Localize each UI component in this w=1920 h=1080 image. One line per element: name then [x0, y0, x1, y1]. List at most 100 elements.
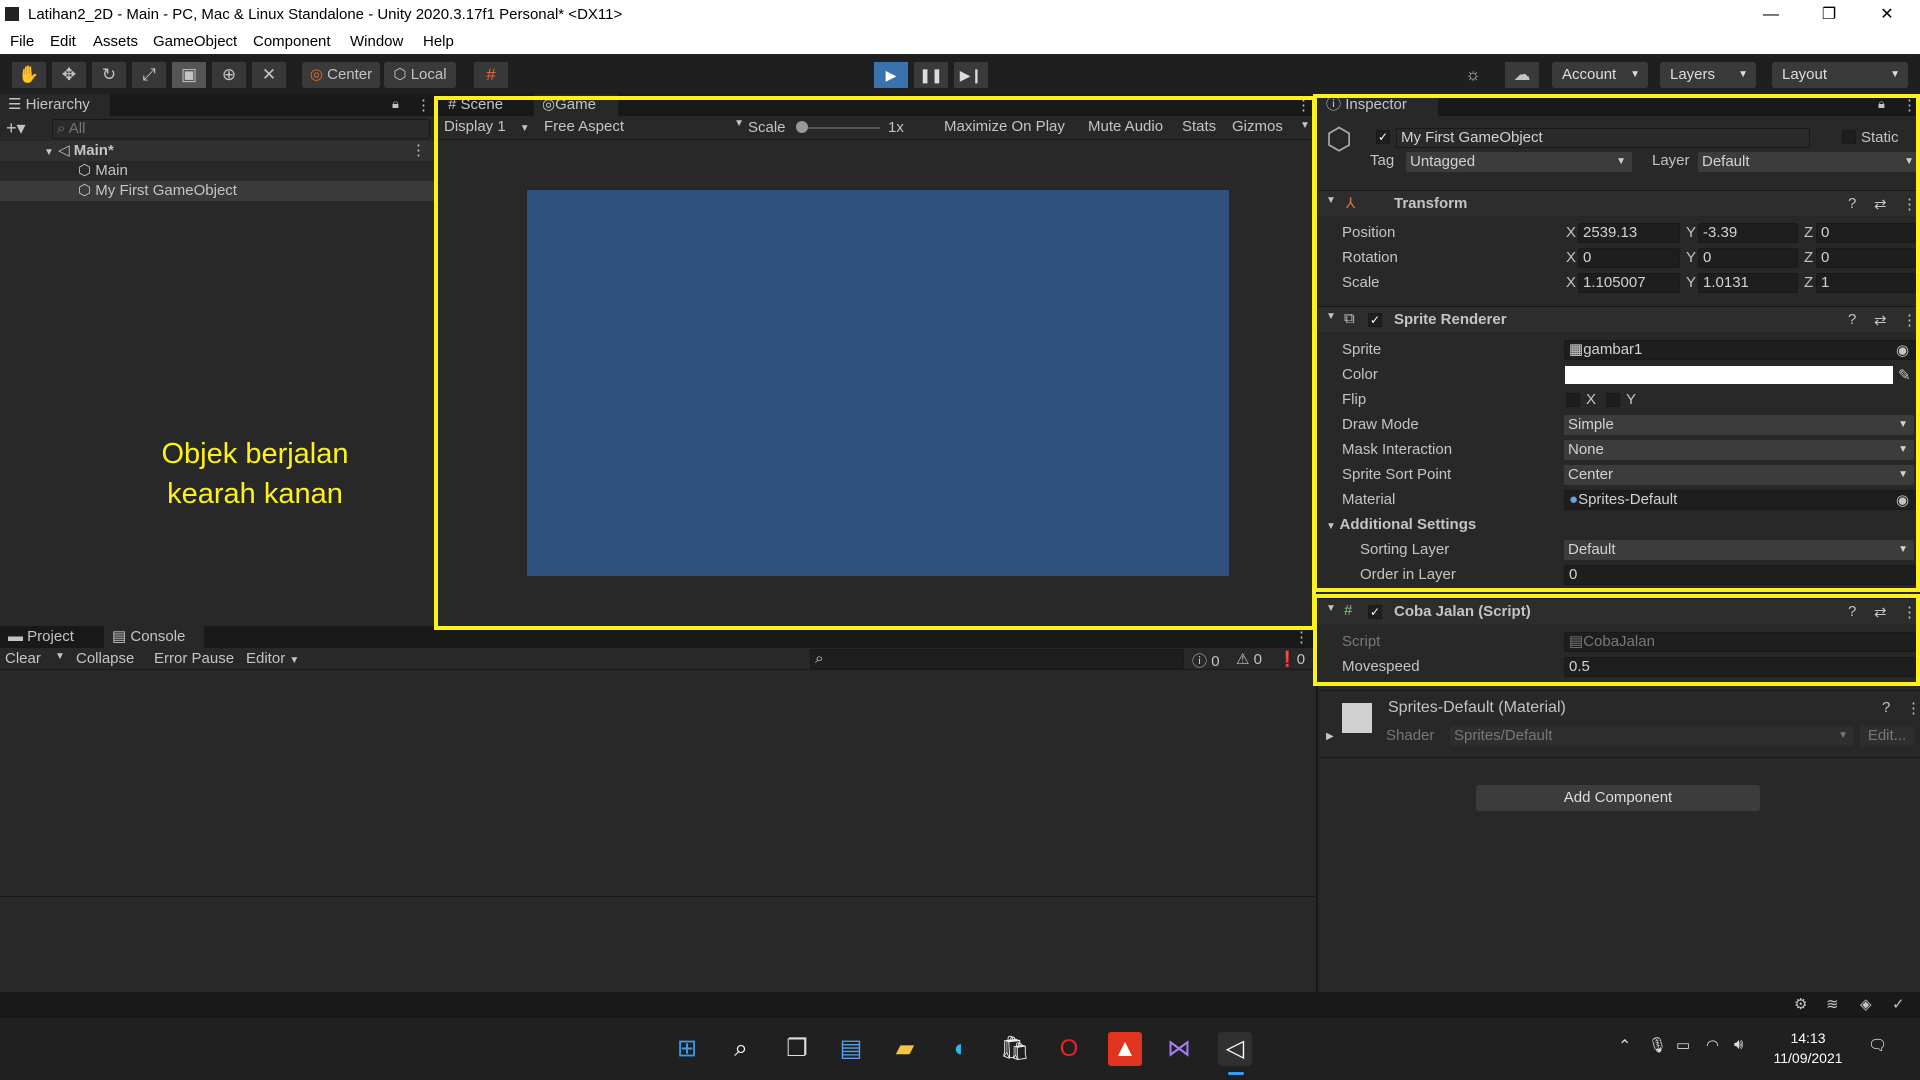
account-label: Account — [1562, 66, 1617, 83]
widgets-icon[interactable]: ▤ — [834, 1032, 868, 1066]
wifi-icon[interactable]: ◠ — [1706, 1036, 1719, 1054]
warning-count-toggle[interactable]: ⚠ 0 — [1236, 650, 1262, 668]
collab-icon[interactable]: ☼ — [1456, 62, 1490, 88]
store-icon[interactable]: 🛍︎ — [998, 1032, 1032, 1066]
tab-hierarchy[interactable]: ☰ Hierarchy — [0, 94, 110, 116]
add-component-button[interactable]: Add Component — [1476, 785, 1760, 811]
shader-label: Shader — [1386, 727, 1435, 744]
transform-tool-icon[interactable]: ⊕ — [212, 62, 246, 88]
editor-label: Editor — [246, 650, 286, 667]
debug-icon[interactable]: ⚙ — [1794, 995, 1807, 1013]
clock-date: 11/09/2021 — [1773, 1050, 1843, 1066]
tab-console[interactable]: ▤ Console — [104, 626, 204, 648]
microphone-icon[interactable]: 🎙︎ — [1648, 1036, 1667, 1054]
hierarchy-item-selected[interactable]: ⬡ My First GameObject — [0, 181, 434, 201]
custom-tool-icon[interactable]: ✕ — [252, 62, 286, 88]
rotate-tool-icon[interactable]: ↻ — [92, 62, 126, 88]
chevron-down-icon: ▼ — [1630, 69, 1640, 80]
battery-icon[interactable]: ▭ — [1676, 1036, 1690, 1054]
pivot-local-button[interactable]: ⬡ Local — [384, 62, 456, 88]
lock-icon[interactable]: 🔒︎ — [392, 96, 399, 112]
menu-gameobject[interactable]: GameObject — [153, 33, 237, 50]
menu-assets[interactable]: Assets — [93, 33, 138, 50]
office-icon[interactable]: ▲ — [1108, 1032, 1142, 1066]
gameobject-icon: ⬡ — [78, 182, 92, 199]
kebab-menu-icon[interactable]: ⋮ — [416, 96, 431, 114]
play-button[interactable]: ▶ — [874, 62, 908, 88]
move-tool-icon[interactable]: ✥ — [52, 62, 86, 88]
chevron-down-icon: ▼ — [1838, 730, 1848, 741]
tab-label: Project — [27, 628, 74, 645]
cache-icon[interactable]: ◈ — [1860, 995, 1872, 1013]
hierarchy-panel: ☰ Hierarchy 🔒︎ ⋮ +▾ ⌕ All ▼ ◁ Main* ⋮ ⬡ … — [0, 94, 434, 626]
tab-label: Console — [130, 628, 186, 645]
volume-icon[interactable]: 🔊︎ — [1734, 1036, 1743, 1053]
check-icon[interactable]: ✓ — [1892, 995, 1905, 1013]
layout-label: Layout — [1782, 66, 1828, 83]
log-count-toggle[interactable]: ⓘ 0 — [1192, 650, 1220, 671]
space-label: Local — [410, 66, 447, 83]
menu-component[interactable]: Component — [253, 33, 331, 50]
error-pause-button[interactable]: Error Pause — [154, 650, 234, 667]
editor-dropdown[interactable]: Editor ▼ — [246, 650, 299, 667]
tab-project[interactable]: ▬ Project — [0, 626, 104, 648]
hierarchy-tabbar: ☰ Hierarchy 🔒︎ ⋮ — [0, 94, 434, 116]
add-icon[interactable]: +▾ — [6, 118, 26, 139]
status-bar: ⚙ ≋ ◈ ✓ — [0, 992, 1920, 1018]
hand-tool-icon[interactable]: ✋ — [12, 62, 46, 88]
maximize-button[interactable]: ❐ — [1800, 0, 1858, 30]
task-view-icon[interactable]: ❐ — [780, 1032, 814, 1066]
chevron-up-icon[interactable]: ⌃ — [1618, 1036, 1631, 1056]
rect-tool-icon[interactable]: ▣ — [172, 62, 206, 88]
pause-button[interactable]: ❚❚ — [914, 62, 948, 88]
clear-button[interactable]: Clear — [5, 650, 41, 667]
chevron-down-icon: ▼ — [1890, 69, 1900, 80]
console-panel: ▬ Project ▤ Console ⋮ Clear ▼ Collapse E… — [0, 626, 1316, 992]
notification-icon[interactable]: 🗨︎ — [1868, 1036, 1887, 1054]
menu-edit[interactable]: Edit — [50, 33, 76, 50]
expand-arrow-icon[interactable]: ▶ — [1326, 731, 1334, 742]
menu-help[interactable]: Help — [423, 33, 454, 50]
collapse-button[interactable]: Collapse — [76, 650, 134, 667]
error-count-toggle[interactable]: ❗0 — [1278, 650, 1305, 668]
grid-snap-icon[interactable]: # — [474, 62, 508, 88]
edge-icon[interactable]: ◐ — [944, 1032, 978, 1066]
tab-label: Hierarchy — [25, 96, 90, 113]
scale-tool-icon[interactable]: ⤢ — [132, 62, 166, 88]
annotation-text: Objek berjalan kearah kanan — [100, 434, 410, 514]
opera-icon[interactable]: O — [1052, 1032, 1086, 1066]
windows-start-icon[interactable]: ⊞ — [670, 1032, 704, 1066]
layers-label: Layers — [1670, 66, 1716, 83]
folder-icon: ▬ — [8, 628, 23, 645]
help-icon[interactable]: ? — [1882, 699, 1890, 716]
step-button[interactable]: ▶❙ — [954, 62, 988, 88]
windows-taskbar: ⊞ ⌕ ❐ ▤ ▰ ◐ 🛍︎ O ▲ ⋈ ◁ ⌃ 🎙︎ ▭ ◠ 🔊︎ 14:13… — [0, 1018, 1920, 1080]
pivot-center-button[interactable]: ◎ Center — [302, 62, 380, 88]
cloud-icon[interactable]: ☁ — [1505, 62, 1539, 88]
account-dropdown[interactable]: Account ▼ — [1552, 62, 1648, 88]
close-button[interactable]: ✕ — [1858, 0, 1916, 30]
kebab-menu-icon[interactable]: ⋮ — [1906, 699, 1920, 717]
search-icon[interactable]: ⌕ — [724, 1032, 758, 1066]
active-indicator — [1228, 1072, 1244, 1075]
clock[interactable]: 14:13 11/09/2021 — [1768, 1028, 1848, 1068]
unity-icon[interactable]: ◁ — [1218, 1032, 1252, 1066]
hierarchy-item-label: Main — [95, 162, 128, 179]
visual-studio-icon[interactable]: ⋈ — [1162, 1032, 1196, 1066]
menu-file[interactable]: File — [10, 33, 34, 50]
layers-dropdown[interactable]: Layers ▼ — [1660, 62, 1756, 88]
console-search-input[interactable]: ⌕ — [810, 649, 1184, 669]
scene-row[interactable]: ▼ ◁ Main* ⋮ — [0, 141, 434, 161]
layers-status-icon[interactable]: ≋ — [1826, 995, 1839, 1013]
file-explorer-icon[interactable]: ▰ — [888, 1032, 922, 1066]
hierarchy-item[interactable]: ⬡ Main — [0, 161, 434, 181]
chevron-down-icon[interactable]: ▼ — [55, 651, 65, 662]
console-icon: ▤ — [112, 628, 127, 645]
edit-shader-button: Edit... — [1860, 726, 1914, 746]
menu-window[interactable]: Window — [350, 33, 403, 50]
hierarchy-search-input[interactable]: ⌕ All — [52, 119, 430, 139]
minimize-button[interactable]: — — [1742, 0, 1800, 30]
layout-dropdown[interactable]: Layout ▼ — [1772, 62, 1908, 88]
kebab-menu-icon[interactable]: ⋮ — [411, 141, 426, 161]
kebab-menu-icon[interactable]: ⋮ — [1294, 628, 1309, 646]
